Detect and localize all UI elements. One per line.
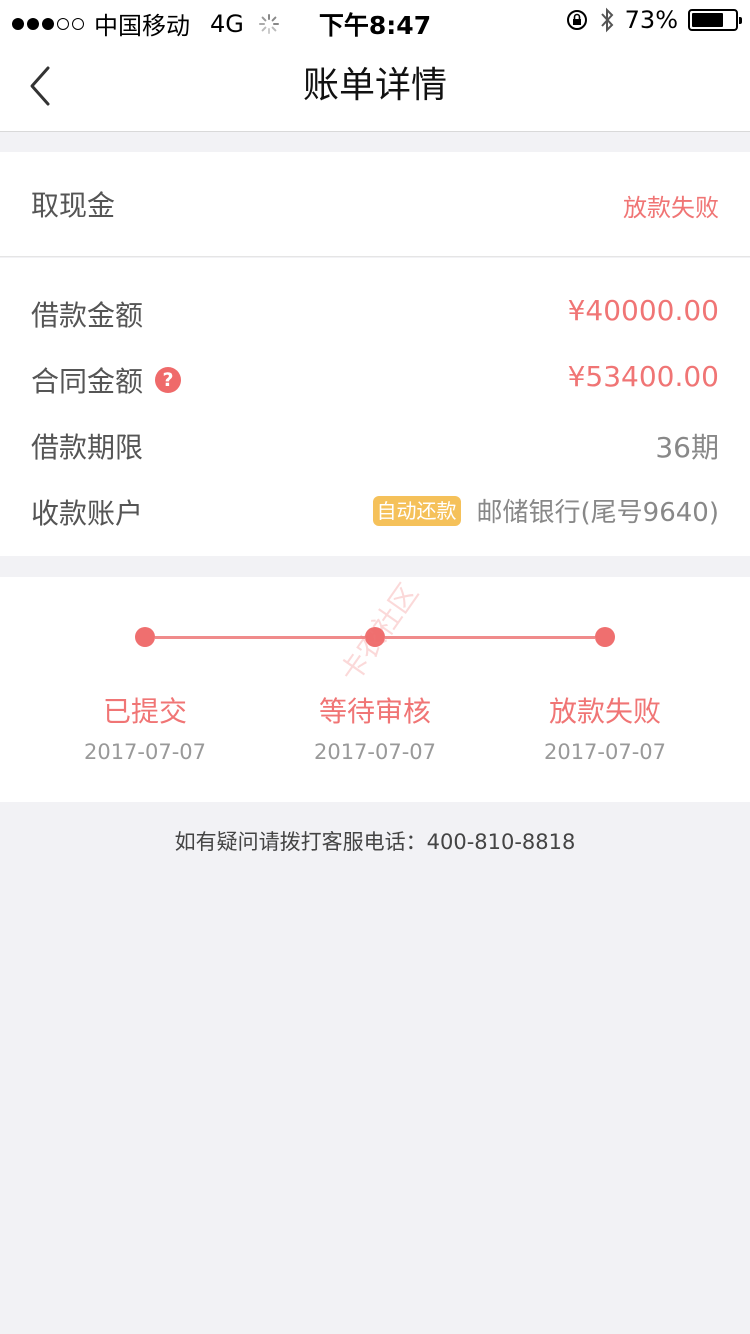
battery-fill (692, 13, 723, 27)
battery-percent: 73% (624, 6, 678, 34)
loan-amount-row: 借款金额 ¥40000.00 (0, 286, 750, 336)
loan-term-value: 36期 (655, 431, 719, 464)
step-date: 2017-07-07 (313, 740, 437, 764)
page-title: 账单详情 (302, 65, 447, 106)
loan-amount-value: ¥40000.00 (567, 294, 719, 327)
transaction-type: 取现金 (31, 189, 116, 222)
step-title: 等待审核 (318, 695, 431, 728)
loan-details: 借款金额 ¥40000.00 合同金额 ? ¥53400.00 借款期限 36期… (0, 258, 750, 556)
progress-tracker: 已提交 2017-07-07 等待审核 2017-07-07 放款失败 2017… (0, 577, 750, 802)
transaction-type-row: 取现金 放款失败 (0, 152, 750, 257)
customer-service-hint: 如有疑问请拨打客服电话：400-810-8818 (174, 830, 576, 854)
progress-step-submitted: 已提交 2017-07-07 (30, 690, 260, 764)
orientation-lock-icon (566, 10, 587, 30)
loan-amount-label: 借款金额 (31, 299, 144, 332)
contract-amount-label-wrap: 合同金额 ? (31, 360, 182, 400)
step-title: 已提交 (102, 695, 187, 728)
receiving-account-row: 收款账户 自动还款 邮储银行(尾号9640) (0, 484, 750, 534)
progress-step-review: 等待审核 2017-07-07 (260, 690, 490, 764)
auto-repay-badge: 自动还款 (372, 495, 461, 526)
progress-node-2 (365, 627, 385, 647)
receiving-account-label: 收款账户 (31, 497, 144, 530)
nav-bar: 账单详情 (0, 40, 750, 132)
progress-line-1 (155, 636, 365, 639)
status-bar-right: 73% (565, 6, 742, 34)
progress-node-1 (135, 627, 155, 647)
battery-icon (688, 9, 742, 31)
contract-amount-row: 合同金额 ? ¥53400.00 (0, 352, 750, 402)
status-bar: 中国移动 4G 下午8:47 73% (0, 0, 750, 40)
bluetooth-icon (600, 7, 614, 33)
step-date: 2017-07-07 (543, 740, 667, 764)
help-icon[interactable]: ? (155, 367, 182, 393)
account-value: 邮储银行(尾号9640) (476, 498, 719, 528)
loan-term-row: 借款期限 36期 (0, 418, 750, 468)
progress-step-failed: 放款失败 2017-07-07 (490, 690, 720, 764)
status-label: 放款失败 (623, 194, 719, 222)
contract-amount-value: ¥53400.00 (567, 360, 719, 393)
progress-line-2 (385, 636, 595, 639)
step-date: 2017-07-07 (83, 740, 207, 764)
contract-amount-label: 合同金额 (31, 365, 144, 398)
step-title: 放款失败 (548, 695, 661, 728)
receiving-account: 自动还款 邮储银行(尾号9640) (372, 492, 719, 529)
loan-term-label: 借款期限 (31, 431, 144, 464)
progress-node-3 (595, 627, 615, 647)
